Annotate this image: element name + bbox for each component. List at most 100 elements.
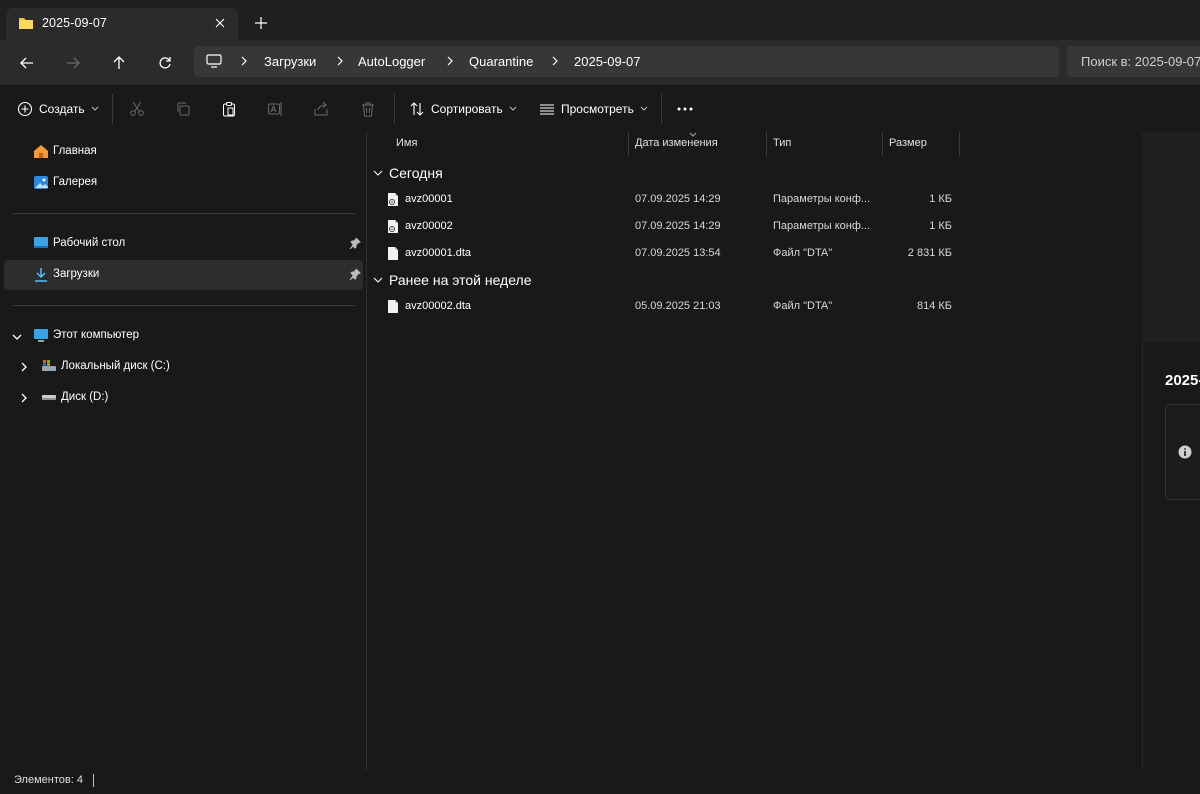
- more-options-button[interactable]: [676, 97, 694, 121]
- chevron-down-icon[interactable]: [12, 328, 22, 346]
- sort-button[interactable]: Сортировать: [409, 97, 517, 121]
- chevron-down-icon: [509, 106, 517, 111]
- rename-icon: [268, 102, 282, 116]
- sidebar-item-label: Галерея: [53, 176, 98, 188]
- file-row[interactable]: avz00002 07.09.2025 14:29 Параметры конф…: [377, 214, 967, 241]
- status-divider: [93, 774, 94, 787]
- sidebar-item-desktop[interactable]: Рабочий стол: [4, 229, 363, 259]
- file-row[interactable]: avz00002.dta 05.09.2025 21:03 Файл "DTA"…: [377, 294, 967, 321]
- chevron-right-icon[interactable]: [20, 359, 28, 377]
- file-date: 07.09.2025 13:54: [635, 247, 721, 259]
- delete-button[interactable]: [360, 97, 376, 121]
- sidebar-item-label: Загрузки: [53, 268, 100, 280]
- file-name: avz00001.dta: [405, 247, 472, 259]
- file-type: Файл "DTA": [773, 247, 833, 259]
- new-tab-button[interactable]: [251, 13, 271, 33]
- arrow-left-icon: [20, 57, 33, 69]
- share-icon: [314, 101, 328, 116]
- sidebar-item-this-pc[interactable]: Этот компьютер: [4, 321, 363, 351]
- sidebar-item-disk-d[interactable]: Диск (D:): [4, 383, 363, 413]
- chevron-right-icon: [549, 55, 561, 67]
- breadcrumb-downloads[interactable]: Загрузки: [264, 54, 316, 69]
- file-type: Файл "DTA": [773, 300, 833, 312]
- file-row[interactable]: avz00001 07.09.2025 14:29 Параметры конф…: [377, 187, 967, 214]
- up-button[interactable]: [107, 51, 131, 75]
- file-type: Параметры конф...: [773, 220, 871, 232]
- refresh-button[interactable]: [153, 51, 177, 75]
- create-button[interactable]: Создать: [17, 97, 99, 121]
- sidebar-item-label: Рабочий стол: [53, 237, 126, 249]
- paste-button[interactable]: [221, 97, 237, 121]
- navigation-pane: Главная Галерея Рабочий стол Загрузки Эт…: [0, 132, 366, 770]
- tab-title: 2025-09-07: [42, 16, 107, 30]
- chevron-down-icon: [373, 277, 383, 283]
- monitor-icon: [206, 54, 222, 73]
- back-button[interactable]: [15, 51, 39, 75]
- copy-icon: [177, 102, 190, 116]
- column-divider[interactable]: [959, 132, 960, 156]
- cut-button[interactable]: [129, 97, 145, 121]
- address-bar[interactable]: Загрузки AutoLogger Quarantine 2025-09-0…: [194, 46, 1059, 77]
- group-label: Ранее на этой неделе: [389, 272, 532, 288]
- column-label: Имя: [396, 137, 418, 149]
- local-disk-icon: [41, 359, 57, 378]
- file-size: 2 831 КБ: [907, 247, 952, 259]
- group-label: Сегодня: [389, 165, 443, 181]
- column-header-type[interactable]: Тип: [767, 132, 883, 156]
- sidebar-item-downloads[interactable]: Загрузки: [4, 260, 363, 290]
- chevron-down-icon: [640, 106, 648, 111]
- sidebar-item-home[interactable]: Главная: [4, 137, 363, 167]
- chevron-right-icon: [238, 55, 250, 67]
- computer-icon: [33, 328, 49, 348]
- divider: [12, 213, 356, 214]
- breadcrumb-autologger[interactable]: AutoLogger: [358, 54, 425, 69]
- status-bar: Элементов: 4: [0, 770, 1200, 794]
- file-name: avz00002.dta: [405, 300, 472, 312]
- chevron-down-icon: [91, 106, 98, 111]
- chevron-down-icon: [373, 170, 383, 176]
- scissors-icon: [130, 101, 144, 116]
- column-header-date[interactable]: Дата изменения: [629, 132, 767, 156]
- search-placeholder: Поиск в: 2025-09-07: [1081, 54, 1200, 69]
- group-header-earlier-this-week[interactable]: Ранее на этой неделе: [373, 268, 532, 292]
- rename-button[interactable]: [267, 97, 283, 121]
- navigation-bar: Загрузки AutoLogger Quarantine 2025-09-0…: [0, 40, 1200, 85]
- file-row[interactable]: avz00001.dta 07.09.2025 13:54 Файл "DTA"…: [377, 241, 967, 268]
- pin-icon[interactable]: [349, 267, 361, 285]
- chevron-right-icon[interactable]: [20, 390, 28, 408]
- sort-label: Сортировать: [431, 102, 503, 116]
- desktop-icon: [33, 236, 49, 255]
- details-title: 2025-09-07: [1165, 372, 1200, 389]
- breadcrumb-current-folder[interactable]: 2025-09-07: [574, 54, 641, 69]
- view-button[interactable]: Просмотреть: [539, 97, 648, 121]
- divider: [12, 305, 356, 306]
- group-header-today[interactable]: Сегодня: [373, 161, 443, 185]
- file-name: avz00002: [405, 220, 453, 232]
- column-header-name[interactable]: Имя: [390, 132, 629, 156]
- share-button[interactable]: [313, 97, 329, 121]
- chevron-right-icon: [444, 55, 456, 67]
- file-size: 814 КБ: [916, 300, 952, 312]
- file-type: Параметры конф...: [773, 193, 871, 205]
- pin-icon[interactable]: [349, 236, 361, 254]
- search-input[interactable]: Поиск в: 2025-09-07: [1067, 46, 1200, 77]
- sidebar-item-local-disk-c[interactable]: Локальный диск (C:): [4, 352, 363, 382]
- sidebar-item-gallery[interactable]: Галерея: [4, 168, 363, 198]
- column-label: Размер: [889, 137, 927, 149]
- list-view-icon: [540, 104, 554, 115]
- tab-current[interactable]: 2025-09-07: [6, 8, 238, 40]
- breadcrumb-quarantine[interactable]: Quarantine: [469, 54, 533, 69]
- details-pane-header: [1142, 132, 1200, 342]
- disk-icon: [41, 390, 57, 409]
- file-icon: [387, 246, 399, 266]
- column-header-size[interactable]: Размер: [883, 132, 960, 156]
- close-tab-icon[interactable]: [211, 14, 229, 32]
- title-bar: 2025-09-07: [0, 0, 1200, 40]
- copy-button[interactable]: [175, 97, 191, 121]
- chevron-right-icon: [334, 55, 346, 67]
- forward-button[interactable]: [61, 51, 85, 75]
- home-icon: [33, 144, 49, 164]
- clipboard-icon: [223, 102, 235, 117]
- refresh-icon: [159, 57, 171, 69]
- download-icon: [33, 267, 49, 287]
